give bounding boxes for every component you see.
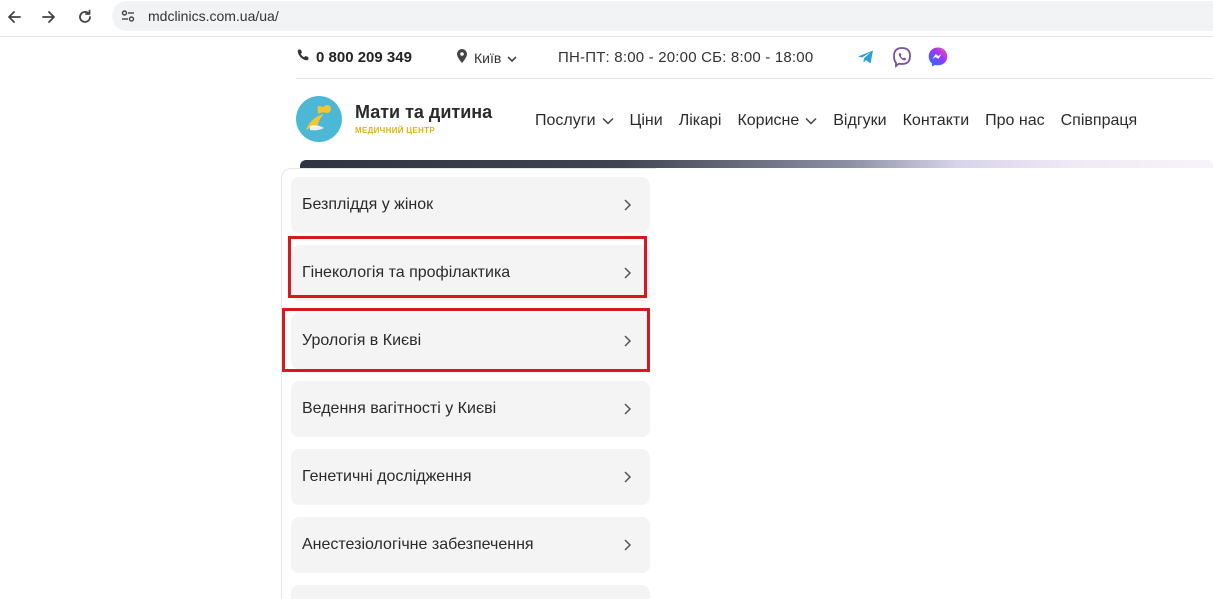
nav-item-about[interactable]: Про нас	[985, 112, 1044, 130]
nav-label[interactable]: Контакти	[903, 112, 970, 130]
header-divider	[296, 78, 1213, 79]
chevron-right-icon	[622, 538, 632, 552]
url-text[interactable]: mdclinics.com.ua/ua/	[148, 8, 279, 24]
reload-icon[interactable]	[73, 5, 97, 29]
menu-item-label: Безпліддя у жінок	[302, 196, 434, 213]
nav-item-cooperation[interactable]: Співпраця	[1061, 112, 1138, 130]
nav-item-reviews[interactable]: Відгуки	[833, 112, 886, 130]
menu-item-pregnancy[interactable]: Ведення вагітності у Києві	[291, 381, 650, 437]
highlight-box-gynecology	[288, 236, 647, 298]
working-hours: ПН-ПТ: 8:00 - 20:00 СБ: 8:00 - 18:00	[558, 49, 814, 66]
forward-arrow-icon[interactable]	[37, 5, 61, 29]
nav-label[interactable]: Про нас	[985, 112, 1044, 130]
viber-icon[interactable]	[891, 46, 913, 68]
logo-icon[interactable]	[296, 96, 342, 142]
chevron-right-icon	[622, 402, 632, 416]
nav-item-services[interactable]: Послуги	[535, 112, 614, 130]
menu-item-label: Генетичні дослідження	[302, 468, 472, 485]
nav-label[interactable]: Ціни	[630, 112, 663, 130]
brand-name[interactable]: Мати та дитина	[355, 102, 492, 123]
nav-label[interactable]: Відгуки	[833, 112, 886, 130]
chevron-down-icon	[601, 112, 614, 130]
menu-item-anesthesia[interactable]: Анестезіологічне забезпечення	[291, 517, 650, 573]
menu-item-genetics[interactable]: Генетичні дослідження	[291, 449, 650, 505]
browser-divider	[0, 36, 1213, 37]
chevron-down-icon	[507, 50, 517, 66]
city-selector[interactable]: Київ	[456, 49, 517, 66]
address-bar[interactable]: mdclinics.com.ua/ua/	[112, 1, 1213, 31]
site-settings-icon[interactable]	[120, 8, 136, 24]
nav-item-useful[interactable]: Корисне	[737, 112, 817, 130]
brand-subtitle: МЕДИЧНИЙ ЦЕНТР	[355, 126, 435, 135]
menu-item-partial[interactable]	[291, 585, 650, 599]
nav-label[interactable]: Співпраця	[1061, 112, 1138, 130]
nav-item-doctors[interactable]: Лікарі	[679, 112, 722, 130]
chevron-down-icon	[805, 112, 817, 130]
nav-item-contacts[interactable]: Контакти	[903, 112, 970, 130]
menu-item-label: Ведення вагітності у Києві	[302, 400, 497, 417]
location-pin-icon	[456, 49, 468, 66]
menu-item-label: Анестезіологічне забезпечення	[302, 536, 534, 553]
menu-item-infertility[interactable]: Безпліддя у жінок	[291, 177, 650, 233]
nav-label[interactable]: Корисне	[737, 112, 799, 130]
phone-icon	[296, 48, 310, 66]
top-info-bar: 0 800 209 349 Київ ПН-ПТ: 8:00 - 20:00 С…	[296, 46, 1213, 70]
nav-label[interactable]: Послуги	[535, 112, 596, 130]
city-label: Київ	[474, 49, 502, 66]
main-navigation: Послуги Ціни Лікарі Корисне Відгуки Конт…	[535, 110, 1153, 132]
browser-toolbar: mdclinics.com.ua/ua/	[0, 0, 1213, 34]
messenger-icon[interactable]	[927, 46, 949, 68]
nav-item-prices[interactable]: Ціни	[630, 112, 663, 130]
telegram-icon[interactable]	[855, 46, 877, 68]
phone-number[interactable]: 0 800 209 349	[316, 49, 412, 66]
chevron-right-icon	[622, 198, 632, 212]
hero-banner	[300, 160, 1213, 168]
phone-link[interactable]: 0 800 209 349	[296, 48, 412, 66]
chevron-right-icon	[622, 470, 632, 484]
nav-label[interactable]: Лікарі	[679, 112, 722, 130]
back-arrow-icon[interactable]	[2, 5, 26, 29]
highlight-box-urology	[282, 308, 650, 372]
